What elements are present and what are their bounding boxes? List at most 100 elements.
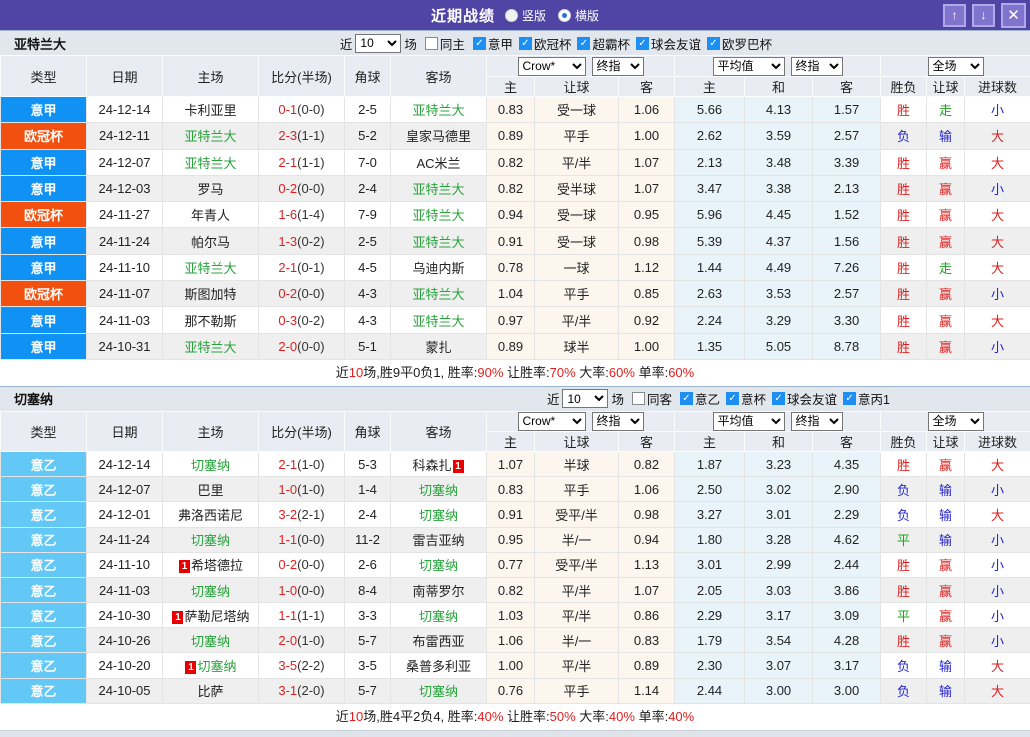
- away-team-name: 亚特兰大: [412, 208, 464, 223]
- checkbox-icon: [425, 37, 438, 50]
- table-row: 意乙24-11-24切塞纳1-1(0-0)11-2雷吉亚纳0.95半/一0.94…: [1, 527, 1030, 552]
- avg-draw-cell: 3.54: [745, 628, 813, 653]
- league-filter[interactable]: ✓意甲: [468, 34, 513, 53]
- summary-part: 近: [336, 365, 349, 380]
- bookmaker-select[interactable]: Crow*: [518, 57, 586, 76]
- odds-home-cell: 0.97: [487, 307, 535, 333]
- league-filter[interactable]: ✓欧罗巴杯: [702, 34, 772, 53]
- corner-cell: 5-7: [345, 678, 391, 703]
- score-cell: 1-6(1-4): [259, 202, 345, 228]
- score-cell: 2-1(1-0): [259, 451, 345, 476]
- summary-part: 大率:: [576, 365, 609, 380]
- away-team-cell: 切塞纳: [391, 678, 487, 703]
- recent-count-select[interactable]: 10: [355, 34, 401, 53]
- scroll-down-button[interactable]: ↓: [972, 4, 995, 27]
- fulltime-score: 0-2: [278, 557, 297, 572]
- same-venue-filter[interactable]: 同客: [627, 389, 672, 408]
- match-date-cell: 24-12-03: [87, 175, 163, 201]
- matches-table: 类型 日期 主场 比分(半场) 角球 客场 Crow*终指 平均值终指 全场 主…: [0, 411, 1030, 704]
- scroll-up-button[interactable]: ↑: [943, 4, 966, 27]
- odds-handicap-cell: 平手: [535, 678, 619, 703]
- average-stage-select[interactable]: 终指: [791, 412, 843, 431]
- matches-tbody: 意甲24-12-14卡利亚里0-1(0-0)2-5亚特兰大0.83受一球1.06…: [1, 97, 1030, 360]
- league-filter[interactable]: ✓球会友谊: [767, 389, 837, 408]
- fulltime-score: 2-1: [278, 457, 297, 472]
- section-cesena: 切塞纳 近 10 场 同客 ✓意乙✓意杯✓球会友谊✓意丙1 类型 日期 主场 比…: [0, 386, 1030, 730]
- average-select[interactable]: 平均值: [713, 57, 785, 76]
- result-goals-cell: 大: [965, 202, 1030, 228]
- avg-away-cell: 4.35: [813, 451, 881, 476]
- league-filter[interactable]: ✓意杯: [721, 389, 766, 408]
- result-handicap-cell: 赢: [927, 628, 965, 653]
- home-team-name: 斯图加特: [184, 287, 236, 302]
- result-winloss-cell: 胜: [881, 451, 927, 476]
- average-select[interactable]: 平均值: [713, 412, 785, 431]
- close-icon: ✕: [1007, 6, 1020, 24]
- fulltime-score: 1-1: [278, 608, 297, 623]
- score-cell: 0-2(0-0): [259, 552, 345, 577]
- scope-select[interactable]: 全场: [928, 412, 984, 431]
- home-team-cell: 弗洛西诺尼: [163, 502, 259, 527]
- result-goals-cell: 小: [965, 628, 1030, 653]
- radio-selected-icon: [558, 9, 571, 22]
- filter-bar: 近 10 场 同主 ✓意甲✓欧冠杯✓超霸杯✓球会友谊✓欧罗巴杯: [340, 34, 772, 53]
- result-goals-cell: 大: [965, 307, 1030, 333]
- away-team-name: 亚特兰大: [412, 103, 464, 118]
- recent-label: 近: [547, 389, 560, 408]
- halftime-score: (2-0): [297, 683, 324, 698]
- bottom-scroll-strip[interactable]: [0, 730, 1030, 737]
- odds-handicap-cell: 受一球: [535, 228, 619, 254]
- odds-home-cell: 0.83: [487, 477, 535, 502]
- summary-part: 让胜率:: [503, 709, 549, 724]
- result-winloss-cell: 平: [881, 527, 927, 552]
- score-cell: 2-0(1-0): [259, 628, 345, 653]
- league-filter[interactable]: ✓超霸杯: [572, 34, 630, 53]
- odds-away-cell: 1.00: [619, 333, 675, 359]
- arrow-down-icon: ↓: [981, 8, 987, 22]
- away-team-name: 亚特兰大: [412, 314, 464, 329]
- home-team-cell: 亚特兰大: [163, 123, 259, 149]
- result-goals-cell: 大: [965, 502, 1030, 527]
- fulltime-score: 3-1: [278, 683, 297, 698]
- corner-cell: 7-0: [345, 149, 391, 175]
- match-type-cell: 意甲: [1, 307, 87, 333]
- result-goals-cell: 大: [965, 123, 1030, 149]
- away-team-name: 切塞纳: [419, 684, 458, 699]
- bookmaker-select[interactable]: Crow*: [518, 412, 586, 431]
- same-venue-filter[interactable]: 同主: [420, 34, 465, 53]
- home-team-name: 亚特兰大: [184, 156, 236, 171]
- bookmaker-stage-select[interactable]: 终指: [592, 57, 644, 76]
- match-date-cell: 24-11-24: [87, 228, 163, 254]
- corner-cell: 5-2: [345, 123, 391, 149]
- average-stage-select[interactable]: 终指: [791, 57, 843, 76]
- close-button[interactable]: ✕: [1001, 3, 1026, 28]
- league-filter[interactable]: ✓球会友谊: [631, 34, 701, 53]
- avg-draw-cell: 3.01: [745, 502, 813, 527]
- col-header-avg-home: 主: [675, 431, 745, 451]
- table-row: 意甲24-11-03那不勒斯0-3(0-2)4-3亚特兰大0.97平/半0.92…: [1, 307, 1030, 333]
- league-filter[interactable]: ✓欧冠杯: [514, 34, 572, 53]
- corner-cell: 4-3: [345, 281, 391, 307]
- league-filter[interactable]: ✓意丙1: [838, 389, 890, 408]
- home-team-cell: 亚特兰大: [163, 254, 259, 280]
- result-handicap-cell: 走: [927, 97, 965, 123]
- table-row: 意甲24-11-24帕尔马1-3(0-2)2-5亚特兰大0.91受一球0.985…: [1, 228, 1030, 254]
- league-filter[interactable]: ✓意乙: [675, 389, 720, 408]
- checkbox-icon: ✓: [636, 37, 649, 50]
- corner-cell: 7-9: [345, 202, 391, 228]
- away-team-cell: 亚特兰大: [391, 281, 487, 307]
- league-filters: ✓意甲✓欧冠杯✓超霸杯✓球会友谊✓欧罗巴杯: [468, 34, 772, 53]
- halftime-score: (1-0): [297, 633, 324, 648]
- odds-handicap-cell: 平手: [535, 281, 619, 307]
- odds-handicap-cell: 受一球: [535, 202, 619, 228]
- away-team-name: 雷吉亚纳: [412, 533, 464, 548]
- bookmaker-stage-select[interactable]: 终指: [592, 412, 644, 431]
- radio-horizontal-layout[interactable]: 横版: [558, 7, 599, 24]
- scope-select[interactable]: 全场: [928, 57, 984, 76]
- recent-count-select[interactable]: 10: [562, 389, 608, 408]
- avg-away-cell: 2.57: [813, 281, 881, 307]
- match-type-cell: 意甲: [1, 149, 87, 175]
- result-handicap-cell: 赢: [927, 307, 965, 333]
- radio-vertical-layout[interactable]: 竖版: [505, 7, 546, 24]
- summary-part: 单率:: [635, 709, 668, 724]
